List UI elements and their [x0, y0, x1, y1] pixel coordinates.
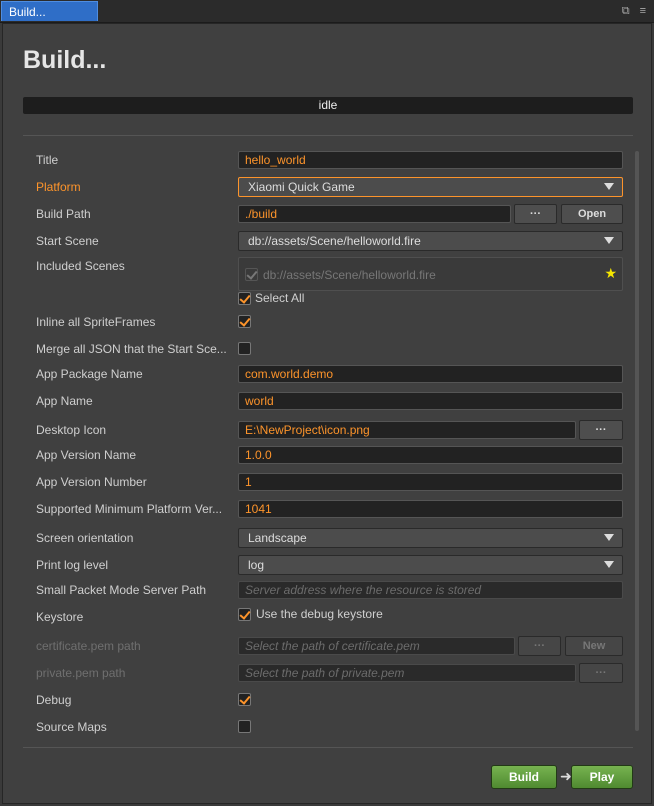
- tab-bar: Build... ⧉ ≡: [0, 0, 654, 23]
- certificate-label: certificate.pem path: [36, 639, 141, 653]
- platform-label: Platform: [36, 180, 81, 194]
- min-platform-input[interactable]: 1041: [238, 500, 623, 518]
- debug-checkbox[interactable]: [238, 693, 251, 706]
- build-path-label: Build Path: [36, 207, 91, 221]
- source-maps-label: Source Maps: [36, 720, 107, 734]
- arrow-right-icon: ➜: [560, 768, 572, 784]
- desktop-icon-browse-button[interactable]: ···: [579, 420, 623, 440]
- tab-build[interactable]: Build...: [1, 1, 98, 21]
- build-button[interactable]: Build: [491, 765, 557, 789]
- select-all-checkbox[interactable]: [238, 292, 251, 305]
- debug-keystore-checkbox[interactable]: [238, 608, 251, 621]
- start-scene-label: Start Scene: [36, 234, 99, 248]
- app-name-input[interactable]: world: [238, 392, 623, 410]
- scene-checkbox: [245, 268, 258, 281]
- desktop-icon-label: Desktop Icon: [36, 423, 107, 437]
- private-pem-input[interactable]: Select the path of private.pem: [238, 664, 576, 682]
- merge-json-checkbox[interactable]: [238, 342, 251, 355]
- caret-down-icon: [604, 183, 614, 190]
- certificate-input[interactable]: Select the path of certificate.pem: [238, 637, 515, 655]
- orientation-label: Screen orientation: [36, 531, 134, 545]
- version-number-label: App Version Number: [36, 475, 147, 489]
- min-platform-label: Supported Minimum Platform Ver...: [36, 502, 223, 516]
- page-title: Build...: [23, 46, 107, 74]
- debug-keystore-label[interactable]: Use the debug keystore: [256, 607, 383, 621]
- log-level-select[interactable]: log: [238, 555, 623, 575]
- scrollbar[interactable]: [635, 151, 639, 731]
- debug-label: Debug: [36, 693, 72, 707]
- restore-icon[interactable]: ⧉: [622, 4, 630, 18]
- certificate-new-button[interactable]: New: [565, 636, 623, 656]
- divider-bottom: [23, 747, 633, 748]
- build-panel: Build... idle Title hello_world Platform…: [2, 23, 652, 804]
- merge-json-label: Merge all JSON that the Start Sce...: [36, 342, 227, 356]
- package-name-label: App Package Name: [36, 367, 143, 381]
- small-packet-label: Small Packet Mode Server Path: [36, 583, 207, 597]
- caret-down-icon: [604, 237, 614, 244]
- version-name-label: App Version Name: [36, 448, 137, 462]
- title-label: Title: [36, 153, 59, 167]
- start-scene-value: db://assets/Scene/helloworld.fire: [248, 234, 421, 248]
- play-button[interactable]: Play: [571, 765, 633, 789]
- private-pem-browse-button[interactable]: ···: [579, 663, 623, 683]
- caret-down-icon: [604, 534, 614, 541]
- orientation-select[interactable]: Landscape: [238, 528, 623, 548]
- select-all-label[interactable]: Select All: [255, 291, 304, 305]
- version-number-input[interactable]: 1: [238, 473, 623, 491]
- divider-top: [23, 135, 633, 136]
- title-input[interactable]: hello_world: [238, 151, 623, 169]
- inline-spriteframes-checkbox[interactable]: [238, 315, 251, 328]
- source-maps-checkbox[interactable]: [238, 720, 251, 733]
- caret-down-icon: [604, 561, 614, 568]
- scene-path: db://assets/Scene/helloworld.fire: [263, 268, 436, 282]
- certificate-browse-button[interactable]: ···: [518, 636, 561, 656]
- version-name-input[interactable]: 1.0.0: [238, 446, 623, 464]
- keystore-label: Keystore: [36, 610, 84, 624]
- star-icon[interactable]: ★: [604, 266, 617, 280]
- package-name-input[interactable]: com.world.demo: [238, 365, 623, 383]
- desktop-icon-input[interactable]: E:\NewProject\icon.png: [238, 421, 576, 439]
- build-path-input[interactable]: ./build: [238, 205, 511, 223]
- log-level-value: log: [248, 558, 265, 572]
- inline-spriteframes-label: Inline all SpriteFrames: [36, 315, 156, 329]
- start-scene-select[interactable]: db://assets/Scene/helloworld.fire: [238, 231, 623, 251]
- menu-icon[interactable]: ≡: [640, 4, 646, 18]
- build-path-browse-button[interactable]: ···: [514, 204, 557, 224]
- tab-tools: ⧉ ≡: [622, 4, 646, 18]
- app-name-label: App Name: [36, 394, 93, 408]
- log-level-label: Print log level: [36, 558, 109, 572]
- status-progress-bar: idle: [23, 97, 633, 114]
- small-packet-input[interactable]: Server address where the resource is sto…: [238, 581, 623, 599]
- platform-select[interactable]: Xiaomi Quick Game: [238, 177, 623, 197]
- platform-select-value: Xiaomi Quick Game: [248, 180, 355, 194]
- included-scenes-label: Included Scenes: [36, 259, 125, 273]
- private-pem-label: private.pem path: [36, 666, 126, 680]
- included-scenes-list: db://assets/Scene/helloworld.fire ★: [238, 257, 623, 291]
- orientation-value: Landscape: [248, 531, 307, 545]
- build-path-open-button[interactable]: Open: [561, 204, 623, 224]
